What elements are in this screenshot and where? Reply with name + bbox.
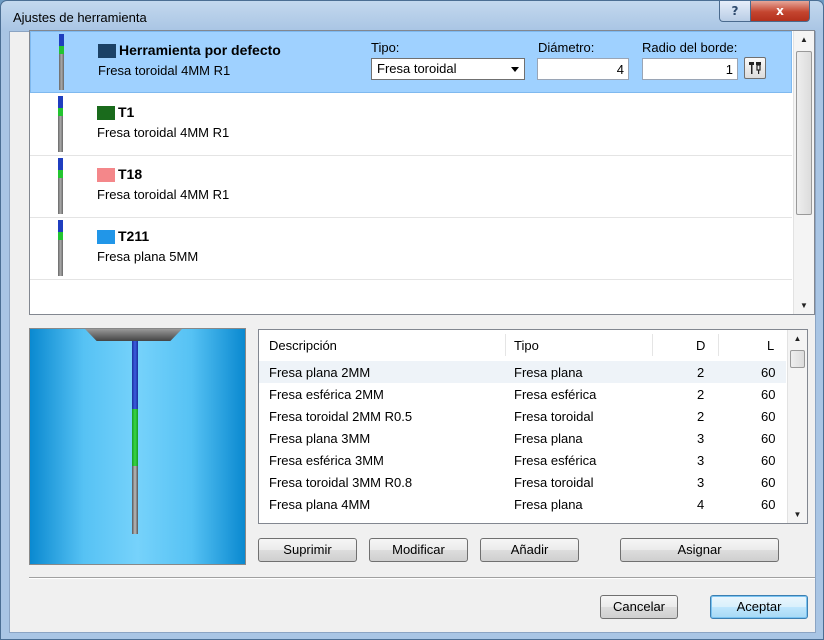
cell-tipo: Fresa toroidal [514,409,594,424]
tool-description: Fresa toroidal 4MM R1 [97,187,230,202]
cell-descripcion: Fresa plana 3MM [269,431,371,446]
scroll-up-icon[interactable]: ▲ [788,330,807,347]
table-row[interactable]: Fresa plana 3MM Fresa plana 3 60 [259,427,786,449]
tool-row-t211[interactable]: T211 Fresa plana 5MM [30,218,792,280]
scroll-down-icon[interactable]: ▼ [794,297,814,314]
tool-color-swatch [98,44,116,58]
dialog-client-area: Herramienta por defecto Fresa toroidal 4… [9,30,816,633]
tool-thumbnail-icon [59,34,64,90]
tool-list-scrollbar[interactable]: ▲ ▼ [793,31,814,314]
cell-d: 2 [697,387,705,402]
cell-d: 3 [697,431,705,446]
cell-tipo: Fresa esférica [514,453,597,468]
accept-button[interactable]: Aceptar [710,595,808,619]
tool-description: Fresa plana 5MM [97,249,199,264]
cell-descripcion: Fresa esférica 2MM [269,387,384,402]
modificar-button[interactable]: Modificar [369,538,468,562]
table-header: Descripción Tipo D L [259,330,786,360]
table-row[interactable]: Fresa esférica 2MM Fresa esférica 2 60 [259,383,786,405]
tool-thumbnail-icon [58,158,63,214]
table-scrollbar[interactable]: ▲ ▼ [787,330,807,523]
cell-l: 60 [761,365,776,380]
cell-l: 60 [761,475,776,490]
diametro-label: Diámetro: [538,40,595,55]
cell-l: 60 [761,431,776,446]
tool-name: T211 [118,228,150,244]
tool-preview [29,328,246,565]
tool-holder-icon [85,329,182,341]
cell-descripcion: Fresa plana 2MM [269,365,371,380]
footer-divider [29,577,815,579]
tool-list: Herramienta por defecto Fresa toroidal 4… [29,30,815,315]
tipo-dropdown[interactable]: Fresa toroidal [371,58,525,80]
tool-thumbnail-icon [58,220,63,276]
tool-color-swatch [97,168,115,182]
chevron-down-icon [511,67,519,72]
tool-settings-icon [749,62,761,74]
column-header-tipo[interactable]: Tipo [514,338,539,353]
radio-label: Radio del borde: [642,40,738,55]
tool-color-swatch [97,230,115,244]
scrollbar-thumb[interactable] [790,350,805,368]
tool-name: T1 [118,104,135,120]
tool-settings-button[interactable] [744,57,766,79]
tool-name: T18 [118,166,143,182]
cell-l: 60 [761,409,776,424]
diametro-field[interactable]: 4 [537,58,629,80]
scrollbar-thumb[interactable] [796,51,812,215]
cancel-button[interactable]: Cancelar [600,595,678,619]
tipo-selected-value: Fresa toroidal [377,61,457,76]
cell-d: 4 [697,497,705,512]
table-row[interactable]: Fresa plana 2MM Fresa plana 2 60 [259,361,786,383]
cell-l: 60 [761,497,776,512]
cell-tipo: Fresa toroidal [514,475,594,490]
title-bar[interactable]: Ajustes de herramienta ? x [1,1,823,31]
suprimir-button[interactable]: Suprimir [258,538,357,562]
radio-field[interactable]: 1 [642,58,738,80]
tool-row-default[interactable]: Herramienta por defecto Fresa toroidal 4… [30,31,792,93]
tool-description: Fresa toroidal 4MM R1 [97,125,230,140]
cell-descripcion: Fresa esférica 3MM [269,453,384,468]
cell-l: 60 [761,387,776,402]
asignar-button[interactable]: Asignar [620,538,779,562]
cell-descripcion: Fresa toroidal 3MM R0.8 [269,475,413,490]
tool-row-t1[interactable]: T1 Fresa toroidal 4MM R1 [30,94,792,156]
table-row[interactable]: Fresa toroidal 2MM R0.5 Fresa toroidal 2 60 [259,405,786,427]
cell-l: 60 [761,453,776,468]
cell-d: 3 [697,475,705,490]
cell-tipo: Fresa plana [514,431,583,446]
cell-tipo: Fresa esférica [514,387,597,402]
tool-preview-icon [132,341,138,534]
table-row[interactable]: Fresa toroidal 3MM R0.8 Fresa toroidal 3 60 [259,471,786,493]
tool-thumbnail-icon [58,96,63,152]
cell-d: 2 [697,409,705,424]
tool-description: Fresa toroidal 4MM R1 [98,63,231,78]
window-title: Ajustes de herramienta [13,10,147,25]
table-row[interactable]: Fresa plana 4MM Fresa plana 4 60 [259,493,786,515]
tool-color-swatch [97,106,115,120]
scroll-down-icon[interactable]: ▼ [788,506,807,523]
scroll-up-icon[interactable]: ▲ [794,31,814,48]
cell-d: 3 [697,453,705,468]
close-button[interactable]: x [750,1,810,22]
tool-row-t18[interactable]: T18 Fresa toroidal 4MM R1 [30,156,792,218]
cell-tipo: Fresa plana [514,497,583,512]
cell-descripcion: Fresa toroidal 2MM R0.5 [269,409,413,424]
cell-tipo: Fresa plana [514,365,583,380]
tool-library-table: Descripción Tipo D L Fresa plana 2MM Fres… [258,329,808,524]
cell-descripcion: Fresa plana 4MM [269,497,371,512]
column-header-l[interactable]: L [767,338,774,353]
column-header-d[interactable]: D [696,338,705,353]
cell-d: 2 [697,365,705,380]
tipo-label: Tipo: [371,40,400,55]
column-header-descripcion[interactable]: Descripción [269,338,337,353]
dialog-window: Ajustes de herramienta ? x Herramienta p… [0,0,824,640]
tool-name: Herramienta por defecto [119,42,281,58]
anadir-button[interactable]: Añadir [480,538,579,562]
table-row[interactable]: Fresa esférica 3MM Fresa esférica 3 60 [259,449,786,471]
help-button[interactable]: ? [719,1,751,22]
